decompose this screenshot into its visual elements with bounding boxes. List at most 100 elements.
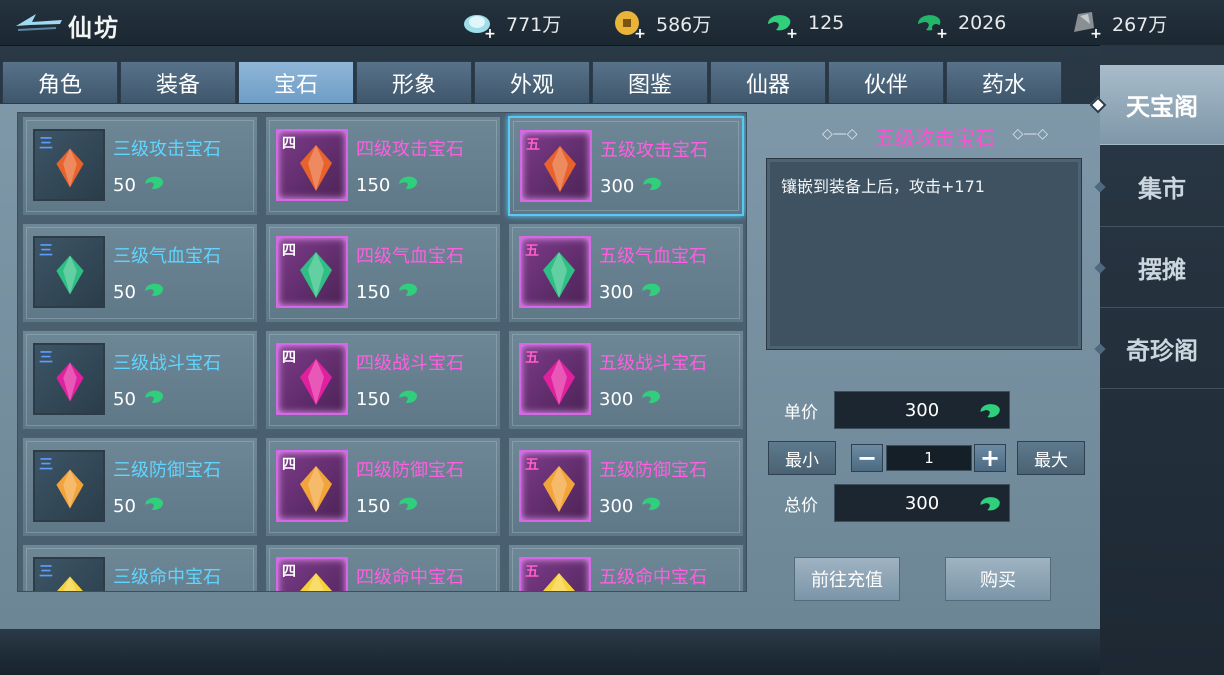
jade-icon: [396, 171, 420, 200]
currency-bound-jade[interactable]: + 2026: [914, 6, 1007, 41]
tab-gem[interactable]: 宝石: [238, 61, 354, 104]
gem-icon: [300, 573, 332, 591]
item-name: 三级战斗宝石: [113, 353, 221, 374]
detail-title-row: ◇—◇ 五级攻击宝石 ◇—◇: [800, 122, 1070, 151]
gem-slot: 四: [276, 236, 348, 308]
tab-role[interactable]: 角色: [2, 61, 118, 104]
plus-icon: +: [634, 26, 646, 42]
item-price: 150: [356, 171, 420, 200]
tier-badge: 三: [39, 457, 53, 473]
decrease-button[interactable]: −: [851, 444, 883, 472]
tab-partner[interactable]: 伙伴: [828, 61, 944, 104]
tier-badge: 四: [282, 457, 296, 473]
gold-coin-icon: +: [612, 8, 646, 41]
gem-icon: [300, 145, 332, 191]
item-name: 五级气血宝石: [599, 246, 707, 267]
quantity-input[interactable]: 1: [886, 445, 972, 471]
gem-slot: 三: [33, 343, 105, 415]
gem-slot: 三: [33, 557, 105, 591]
gem-slot: 五: [519, 557, 591, 591]
item-card[interactable]: 三 三级防御宝石 50: [22, 437, 258, 537]
gem-icon: [543, 466, 575, 512]
jade-icon: [396, 278, 420, 307]
item-card[interactable]: 三三级命中宝石50: [22, 544, 258, 591]
gem-icon: [543, 252, 575, 298]
tab-image[interactable]: 形象: [356, 61, 472, 104]
item-card[interactable]: 五 五级气血宝石 300: [508, 223, 744, 323]
gem-icon: [300, 359, 332, 405]
recharge-button[interactable]: 前往充值: [794, 557, 900, 601]
item-card[interactable]: 四 四级攻击宝石 150: [265, 116, 501, 216]
increase-button[interactable]: +: [974, 444, 1006, 472]
item-name: 三级命中宝石: [113, 567, 221, 588]
side-item-tianbaoge[interactable]: 天宝阁: [1100, 65, 1224, 145]
currency-silver[interactable]: + 771万: [462, 6, 562, 41]
tab-potion[interactable]: 药水: [946, 61, 1062, 104]
item-card[interactable]: 三 三级战斗宝石 50: [22, 330, 258, 430]
tier-badge: 四: [282, 564, 296, 580]
price-value: 50: [113, 282, 136, 303]
tier-badge: 四: [282, 136, 296, 152]
silver-ingot-icon: +: [462, 8, 496, 41]
item-price: 150: [356, 278, 420, 307]
tab-appearance[interactable]: 外观: [474, 61, 590, 104]
tier-badge: 五: [525, 350, 539, 366]
price-value: 300: [599, 496, 634, 517]
item-name: 三级气血宝石: [113, 246, 221, 267]
item-card[interactable]: 五 五级战斗宝石 300: [508, 330, 744, 430]
item-card[interactable]: 五 五级攻击宝石 300: [508, 116, 744, 216]
item-card[interactable]: 五五级命中宝石300: [508, 544, 744, 591]
item-card[interactable]: 四四级命中宝石150: [265, 544, 501, 591]
side-item-market[interactable]: 集市: [1100, 147, 1224, 227]
currency-value: 771万: [506, 13, 562, 36]
item-card[interactable]: 四 四级防御宝石 150: [265, 437, 501, 537]
item-grid[interactable]: 三三级攻击宝石 50 四四级攻击宝石 150 五五级攻击宝石 300 三三级气血宝石 50 四四…: [17, 112, 747, 592]
currency-stone[interactable]: + 267万: [1068, 6, 1167, 41]
gem-slot: 三: [33, 450, 105, 522]
description-box: 镶嵌到装备上后，攻击+171: [766, 158, 1082, 350]
gem-icon: [300, 252, 332, 298]
currency-jade[interactable]: + 125: [764, 6, 844, 41]
item-price: 150: [356, 385, 420, 414]
back-arrow-icon[interactable]: [14, 10, 64, 34]
max-button[interactable]: 最大: [1017, 441, 1085, 475]
item-name: 四级命中宝石: [356, 567, 464, 588]
currency-gold[interactable]: + 586万: [612, 6, 711, 41]
buy-button[interactable]: 购买: [945, 557, 1051, 601]
item-name: 五级防御宝石: [599, 460, 707, 481]
gem-slot: 三: [33, 129, 105, 201]
top-bar: 仙坊 + 771万 + 586万 + 125 + 2026 + 267万: [0, 0, 1224, 46]
item-card[interactable]: 五 五级防御宝石 300: [508, 437, 744, 537]
unit-price-label: 单价: [784, 403, 818, 423]
gem-slot: 四: [276, 557, 348, 591]
jade-icon: [142, 385, 166, 414]
min-button[interactable]: 最小: [768, 441, 836, 475]
jade-icon: [639, 385, 663, 414]
tier-badge: 五: [525, 457, 539, 473]
bound-jade-icon: +: [914, 8, 948, 41]
price-value: 150: [356, 175, 391, 196]
currency-value: 2026: [958, 12, 1007, 34]
jade-icon: [640, 172, 664, 201]
gem-icon: [56, 255, 84, 295]
side-item-qizhenge[interactable]: 奇珍阁: [1100, 309, 1224, 389]
gem-slot: 三: [33, 236, 105, 308]
item-price: 150: [356, 492, 420, 521]
price-value: 300: [599, 282, 634, 303]
gem-icon: [543, 573, 575, 591]
tab-artifact[interactable]: 仙器: [710, 61, 826, 104]
tab-illustrated[interactable]: 图鉴: [592, 61, 708, 104]
gem-icon: [56, 362, 84, 402]
side-item-label: 奇珍阁: [1126, 336, 1198, 365]
item-card[interactable]: 三 三级攻击宝石 50: [22, 116, 258, 216]
item-card[interactable]: 四 四级气血宝石 150: [265, 223, 501, 323]
item-card[interactable]: 三 三级气血宝石 50: [22, 223, 258, 323]
item-name: 五级命中宝石: [599, 567, 707, 588]
jade-icon: [980, 404, 1000, 418]
gem-slot: 五: [520, 130, 592, 202]
side-item-stall[interactable]: 摆摊: [1100, 228, 1224, 308]
green-jade-icon: +: [764, 8, 798, 41]
item-card[interactable]: 四 四级战斗宝石 150: [265, 330, 501, 430]
price-value: 50: [113, 389, 136, 410]
tab-equipment[interactable]: 装备: [120, 61, 236, 104]
